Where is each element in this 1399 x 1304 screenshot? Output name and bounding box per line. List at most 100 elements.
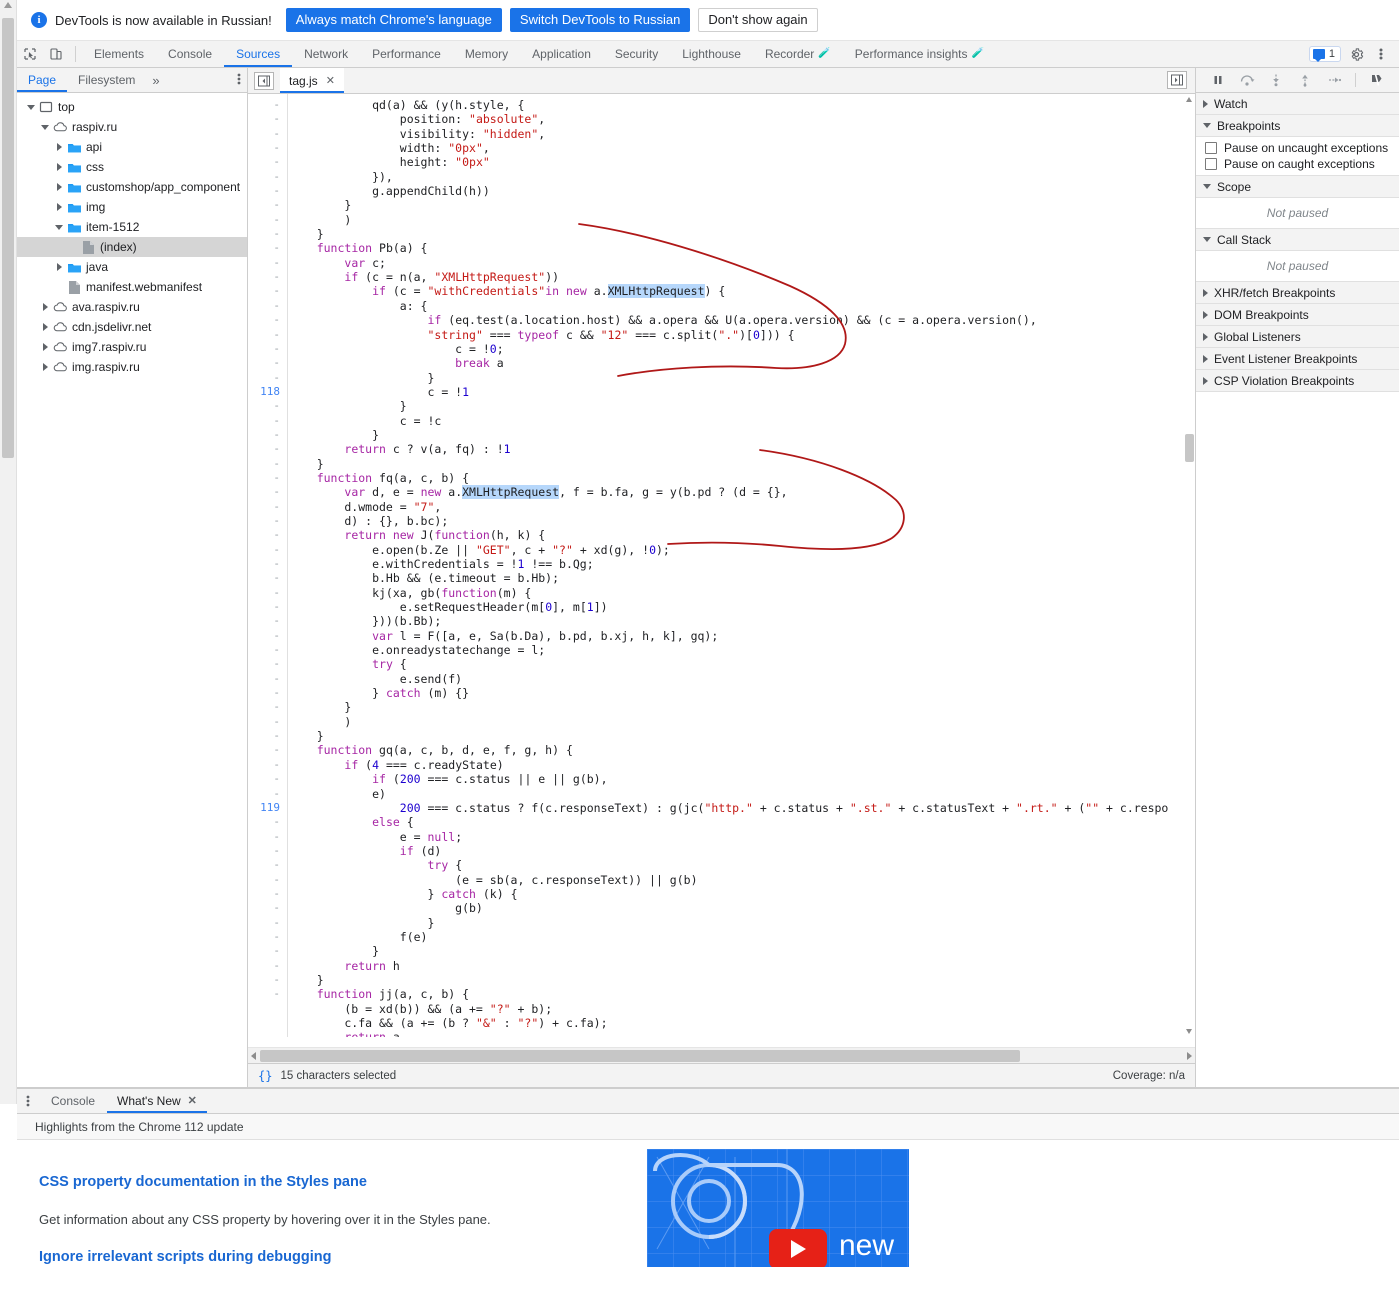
line-number[interactable]: - [248, 815, 287, 829]
code-line[interactable]: } [289, 973, 1195, 987]
navigator-kebab-menu-icon[interactable] [237, 71, 241, 90]
line-number[interactable]: - [248, 686, 287, 700]
tab-security[interactable]: Security [603, 41, 670, 67]
code-line[interactable]: if (200 === c.status || e || g(b), [289, 772, 1195, 786]
debugger-section-csp-violation-breakpoints[interactable]: CSP Violation Breakpoints [1196, 370, 1399, 392]
line-number[interactable]: - [248, 198, 287, 212]
close-icon[interactable]: ✕ [188, 1089, 197, 1113]
line-number[interactable]: - [248, 571, 287, 585]
code-line[interactable]: else { [289, 815, 1195, 829]
line-number[interactable]: - [248, 629, 287, 643]
tree-item-css[interactable]: css [17, 157, 247, 177]
inspect-cursor-icon[interactable] [17, 42, 43, 66]
line-number[interactable]: - [248, 743, 287, 757]
code-line[interactable]: function fq(a, c, b) { [289, 471, 1195, 485]
code-line[interactable]: }))(b.Bb); [289, 614, 1195, 628]
line-number[interactable]: - [248, 672, 287, 686]
code-line[interactable]: } [289, 227, 1195, 241]
debugger-section-breakpoints[interactable]: Breakpoints [1196, 115, 1399, 137]
code-line[interactable]: kj(xa, gb(function(m) { [289, 586, 1195, 600]
line-number[interactable]: 119 [248, 801, 287, 815]
code-line[interactable]: c = !1 [289, 385, 1195, 399]
code-line[interactable]: height: "0px" [289, 155, 1195, 169]
disclosure-triangle-icon[interactable] [39, 341, 51, 353]
code-line[interactable]: e.send(f) [289, 672, 1195, 686]
line-number[interactable]: - [248, 844, 287, 858]
tree-item-customshop-app-component[interactable]: customshop/app_component [17, 177, 247, 197]
line-number[interactable]: - [248, 442, 287, 456]
disclosure-triangle-icon[interactable] [1203, 310, 1208, 319]
drawer-tab-whats-new[interactable]: What's New ✕ [107, 1089, 207, 1113]
code-line[interactable]: (e = sb(a, c.responseText)) || g(b) [289, 873, 1195, 887]
tab-console[interactable]: Console [156, 41, 224, 67]
disclosure-triangle-icon[interactable] [1203, 332, 1208, 341]
code-line[interactable]: if (eq.test(a.location.host) && a.opera … [289, 313, 1195, 327]
checkbox-pause-on-caught-exceptions[interactable]: Pause on caught exceptions [1196, 156, 1399, 172]
line-number[interactable]: - [248, 313, 287, 327]
disclosure-triangle-icon[interactable] [1203, 237, 1211, 242]
scroll-left-arrow-icon[interactable] [251, 1052, 256, 1060]
line-number[interactable]: - [248, 987, 287, 1001]
tree-item-img7-raspiv-ru[interactable]: img7.raspiv.ru [17, 337, 247, 357]
checkbox-box[interactable] [1205, 158, 1217, 170]
tab-elements[interactable]: Elements [82, 41, 156, 67]
line-number[interactable]: - [248, 112, 287, 126]
close-icon[interactable]: ✕ [326, 74, 335, 87]
tree-item-cdn-jsdelivr-net[interactable]: cdn.jsdelivr.net [17, 317, 247, 337]
code-line[interactable]: ) [289, 213, 1195, 227]
disclosure-triangle-icon[interactable] [53, 161, 65, 173]
step-icon[interactable] [1326, 72, 1342, 88]
tree-item-img[interactable]: img [17, 197, 247, 217]
tree-item--index-[interactable]: (index) [17, 237, 247, 257]
line-number[interactable]: - [248, 600, 287, 614]
step-over-icon[interactable] [1239, 72, 1255, 88]
device-toolbar-icon[interactable] [43, 42, 69, 66]
code-line[interactable]: c.fa && (a += (b ? "&" : "?") + c.fa); [289, 1016, 1195, 1030]
code-line[interactable]: } [289, 371, 1195, 385]
code-line[interactable]: try { [289, 858, 1195, 872]
line-number[interactable]: - [248, 700, 287, 714]
code-line[interactable]: } [289, 399, 1195, 413]
tab-recorder[interactable]: Recorder 🧪 [753, 41, 843, 67]
navigator-tab-filesystem[interactable]: Filesystem [67, 68, 146, 92]
checkbox-pause-on-uncaught-exceptions[interactable]: Pause on uncaught exceptions [1196, 140, 1399, 156]
tree-item-top[interactable]: top [17, 97, 247, 117]
code-line[interactable]: } [289, 457, 1195, 471]
line-number[interactable]: - [248, 787, 287, 801]
editor-horizontal-scrollbar[interactable] [248, 1047, 1195, 1063]
disclosure-triangle-icon[interactable] [1203, 376, 1208, 385]
code-line[interactable]: e) [289, 787, 1195, 801]
line-number[interactable]: - [248, 887, 287, 901]
switch-to-russian-button[interactable]: Switch DevTools to Russian [509, 8, 691, 32]
disclosure-triangle-icon[interactable] [1203, 288, 1208, 297]
scroll-up-arrow-icon[interactable] [1186, 97, 1192, 102]
line-number[interactable]: - [248, 213, 287, 227]
code-line[interactable]: try { [289, 657, 1195, 671]
navigator-tab-page[interactable]: Page [17, 68, 67, 92]
code-line[interactable]: } [289, 428, 1195, 442]
disclosure-triangle-icon[interactable] [1203, 354, 1208, 363]
issues-counter-button[interactable]: 1 [1308, 46, 1341, 62]
line-number[interactable]: - [248, 428, 287, 442]
tree-item-ava-raspiv-ru[interactable]: ava.raspiv.ru [17, 297, 247, 317]
code-line[interactable]: break a [289, 356, 1195, 370]
line-number[interactable]: - [248, 141, 287, 155]
code-line[interactable]: f(e) [289, 930, 1195, 944]
collapse-sidebar-icon[interactable] [254, 71, 274, 90]
line-number[interactable]: - [248, 830, 287, 844]
code-line[interactable]: e.onreadystatechange = l; [289, 643, 1195, 657]
line-number[interactable]: - [248, 299, 287, 313]
code-line[interactable]: } [289, 944, 1195, 958]
scrollbar-thumb[interactable] [2, 18, 14, 458]
line-number[interactable]: - [248, 98, 287, 112]
debugger-section-scope[interactable]: Scope [1196, 176, 1399, 198]
disclosure-triangle-icon[interactable] [53, 221, 65, 233]
disclosure-triangle-icon[interactable] [53, 141, 65, 153]
editor-tab-tagjs[interactable]: tag.js ✕ [280, 68, 344, 93]
line-number[interactable]: - [248, 155, 287, 169]
line-number[interactable]: - [248, 170, 287, 184]
tree-item-raspiv-ru[interactable]: raspiv.ru [17, 117, 247, 137]
code-line[interactable]: if (c = n(a, "XMLHttpRequest")) [289, 270, 1195, 284]
code-line[interactable]: d.wmode = "7", [289, 500, 1195, 514]
checkbox-box[interactable] [1205, 142, 1217, 154]
